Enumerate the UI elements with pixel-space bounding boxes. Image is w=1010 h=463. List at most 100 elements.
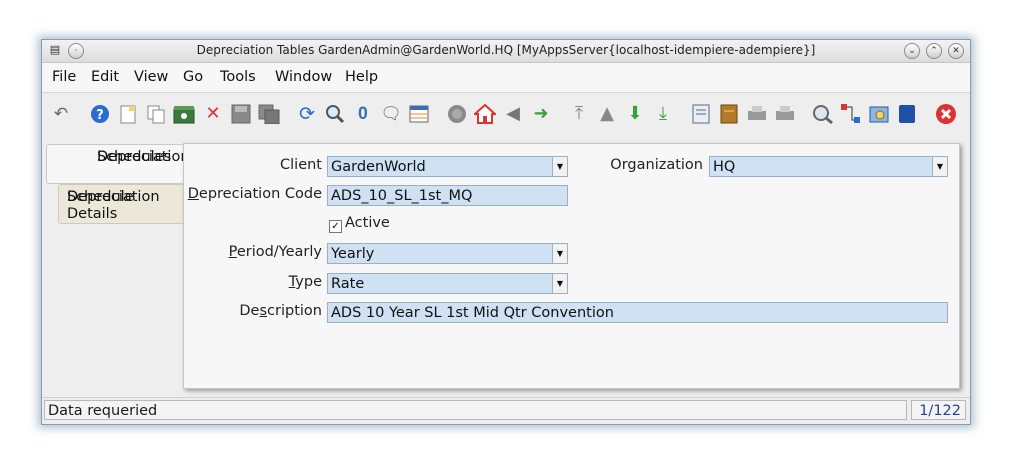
client-select[interactable]: GardenWorld ▼ — [327, 156, 568, 177]
period-yearly-label-text: eriod/Yearly — [236, 244, 322, 260]
active-checkbox[interactable]: ✓ — [329, 220, 342, 233]
window-title: Depreciation Tables GardenAdmin@GardenWo… — [196, 43, 816, 57]
process-icon — [869, 106, 889, 123]
previous-record-icon[interactable]: ▲ — [596, 103, 618, 125]
organization-value: HQ — [713, 159, 736, 175]
depreciation-code-label: Depreciation Code — [188, 186, 322, 202]
menu-file[interactable]: File — [52, 69, 76, 85]
tab-label-line2: Schedules — [97, 149, 172, 165]
product-info-button[interactable] — [896, 103, 918, 125]
record-form: Client GardenWorld ▼ Organization HQ ▼ D… — [183, 143, 960, 389]
new-record-icon — [120, 105, 136, 124]
save-icon — [231, 104, 251, 124]
exit-icon — [936, 104, 956, 124]
last-record-icon[interactable]: ⤓ — [652, 103, 674, 125]
print-preview-button[interactable] — [746, 103, 768, 125]
chevron-down-icon[interactable]: ▼ — [552, 157, 567, 176]
workflow-button[interactable] — [840, 103, 862, 125]
close-window-icon[interactable]: ✕ — [948, 43, 964, 59]
report-icon — [692, 104, 710, 124]
archived-docs-icon — [720, 104, 738, 124]
client-value: GardenWorld — [331, 159, 426, 175]
menu-help[interactable]: Help — [345, 69, 378, 85]
copy-record-button[interactable] — [145, 103, 167, 125]
description-label: Description — [239, 303, 322, 319]
description-label-text-b: cription — [267, 303, 322, 319]
first-record-icon[interactable]: ⤒ — [568, 103, 590, 125]
svg-text:?: ? — [96, 108, 104, 123]
archive-icon — [173, 106, 195, 124]
client-label: Client — [280, 157, 322, 173]
find-button[interactable] — [324, 103, 346, 125]
zoom-across-icon — [813, 105, 833, 124]
zoom-across-button[interactable] — [812, 103, 834, 125]
mnemonic-s: s — [259, 303, 268, 319]
help-icon: ? — [91, 105, 109, 123]
save-all-button[interactable] — [258, 103, 280, 125]
chevron-down-icon[interactable]: ▼ — [552, 274, 567, 293]
report-button[interactable] — [690, 103, 712, 125]
status-message: Data requeried — [44, 400, 907, 420]
print-icon — [776, 106, 794, 120]
workflow-icon — [841, 104, 860, 123]
minimize-icon[interactable]: ⌄ — [904, 43, 920, 59]
history-icon — [448, 105, 466, 123]
grid-toggle-button[interactable] — [408, 103, 430, 125]
save-all-icon — [258, 104, 280, 124]
menu-window[interactable]: Window — [275, 69, 332, 85]
description-input[interactable]: ADS 10 Year SL 1st Mid Qtr Convention — [327, 302, 948, 323]
menu-view[interactable]: View — [134, 69, 168, 85]
print-preview-icon — [748, 106, 766, 120]
organization-select[interactable]: HQ ▼ — [709, 156, 948, 177]
help-button[interactable]: ? — [89, 103, 111, 125]
tab-depreciation-schedule-details[interactable]: Depreciation Schedule Details — [58, 184, 183, 224]
new-record-button[interactable] — [117, 103, 139, 125]
chevron-down-icon[interactable]: ▼ — [552, 244, 567, 263]
history-button[interactable] — [446, 103, 468, 125]
menu-bar: File Edit View Go Tools Window Help — [42, 63, 970, 93]
arrow-right-icon[interactable]: ➜ — [530, 103, 552, 125]
save-button[interactable] — [230, 103, 252, 125]
chevron-down-icon[interactable]: ▼ — [932, 157, 947, 176]
archived-docs-button[interactable] — [718, 103, 740, 125]
depreciation-code-label-text: epreciation Code — [198, 186, 322, 202]
tab-label-line2: Schedule Details — [67, 189, 134, 222]
tab-depreciation-schedules[interactable]: Depreciation Schedules — [46, 144, 190, 184]
mnemonic-p: P — [228, 244, 237, 260]
type-value: Rate — [331, 276, 365, 292]
archive-button[interactable] — [173, 103, 195, 125]
depreciation-code-input[interactable]: ADS_10_SL_1st_MQ — [327, 185, 568, 206]
grid-toggle-icon — [409, 105, 429, 123]
type-label-text: ype — [295, 274, 322, 290]
next-record-icon[interactable]: ⬇ — [624, 103, 646, 125]
copy-record-icon — [147, 105, 165, 124]
menu-edit[interactable]: Edit — [91, 69, 119, 85]
exit-button[interactable] — [935, 103, 957, 125]
arrow-left-icon[interactable]: ◀ — [502, 103, 524, 125]
delete-icon[interactable]: ✕ — [202, 103, 224, 125]
home-button[interactable] — [474, 103, 496, 125]
record-count[interactable]: 1/122 — [911, 400, 966, 420]
status-bar: Data requeried 1/122 — [42, 397, 970, 424]
menu-go[interactable]: Go — [183, 69, 203, 85]
type-select[interactable]: Rate ▼ — [327, 273, 568, 294]
period-yearly-label: Period/Yearly — [229, 244, 322, 260]
title-bar: ▤ · Depreciation Tables GardenAdmin@Gard… — [42, 40, 970, 63]
process-button[interactable] — [868, 103, 890, 125]
mnemonic-d: D — [187, 186, 199, 202]
application-window: ▤ · Depreciation Tables GardenAdmin@Gard… — [41, 39, 971, 425]
chat-icon[interactable]: 🗨 — [380, 103, 402, 125]
print-button[interactable] — [774, 103, 796, 125]
active-label: Active — [345, 215, 390, 231]
organization-label: Organization — [610, 157, 703, 173]
home-icon — [474, 104, 496, 124]
undo-icon[interactable]: ↶ — [50, 103, 72, 125]
description-label-text-a: De — [239, 303, 260, 319]
period-yearly-select[interactable]: Yearly ▼ — [327, 243, 568, 264]
refresh-icon[interactable]: ⟳ — [296, 103, 318, 125]
type-label: Type — [289, 274, 322, 290]
attachment-icon[interactable]: 𝟎 — [352, 103, 374, 125]
period-yearly-value: Yearly — [331, 246, 375, 262]
maximize-icon[interactable]: ⌃ — [926, 43, 942, 59]
menu-tools[interactable]: Tools — [220, 69, 256, 85]
